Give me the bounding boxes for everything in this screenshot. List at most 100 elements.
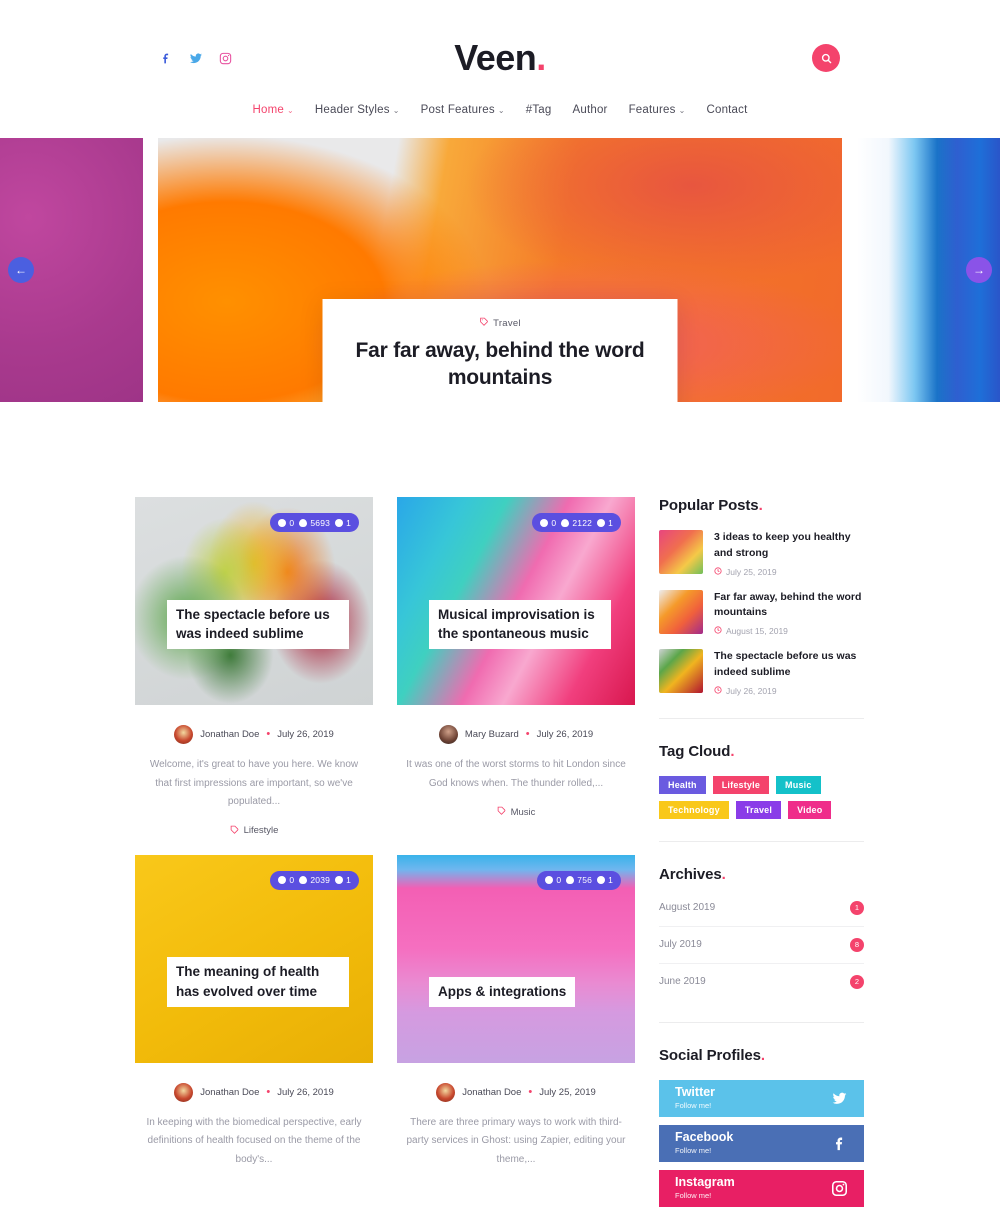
post-stats-pill: 0 2122 1	[532, 513, 621, 532]
post-card[interactable]: 0 2122 1 Musical improvisation is the sp…	[397, 497, 635, 837]
widget-title-tag-cloud: Tag Cloud.	[659, 743, 864, 760]
clock-icon	[597, 876, 606, 884]
social-card-text: Facebook Follow me!	[675, 1130, 733, 1155]
popular-post-thumbnail	[659, 530, 703, 574]
popular-post-item[interactable]: The spectacle before us was indeed subli…	[659, 649, 864, 696]
widget-title-text: Archives	[659, 865, 722, 883]
view-count: 1	[597, 875, 613, 885]
post-card[interactable]: 0 5693 1 The spectacle before us was ind…	[135, 497, 373, 837]
post-thumbnail[interactable]: 0 756 1 Apps & integrations	[397, 854, 635, 1063]
meta-separator: •	[266, 728, 271, 740]
archive-item[interactable]: June 2019 2	[659, 964, 864, 1000]
comment-icon	[278, 518, 287, 527]
facebook-icon[interactable]	[160, 52, 173, 65]
nav-item-header-styles[interactable]: Header Styles ⌄	[315, 104, 400, 116]
comment-icon	[545, 876, 554, 884]
post-title[interactable]: The spectacle before us was indeed subli…	[167, 599, 349, 649]
post-thumbnail[interactable]: 0 5693 1 The spectacle before us was ind…	[135, 497, 373, 705]
post-thumbnail[interactable]: 0 2122 1 Musical improvisation is the sp…	[397, 497, 635, 705]
header-top-bar: Veen.	[0, 34, 1000, 82]
header-search-area	[680, 44, 840, 72]
like-value: 5693	[310, 517, 331, 528]
tag-chip-video[interactable]: Video	[788, 800, 832, 819]
popular-post-date-text: August 15, 2019	[726, 626, 788, 636]
hero-category[interactable]: Travel	[347, 317, 654, 329]
social-card-sub: Follow me!	[675, 1100, 712, 1110]
nav-item-tag[interactable]: #Tag	[526, 104, 552, 116]
tag-chip-health[interactable]: Health	[659, 775, 706, 794]
nav-item-features[interactable]: Features ⌄	[629, 104, 686, 116]
archive-count-badge: 8	[850, 937, 864, 952]
clock-icon	[597, 518, 606, 527]
post-date: July 26, 2019	[536, 729, 594, 740]
popular-post-title[interactable]: The spectacle before us was indeed subli…	[714, 649, 864, 681]
view-count: 1	[597, 518, 613, 528]
nav-item-contact[interactable]: Contact	[706, 104, 747, 116]
nav-item-post-features[interactable]: Post Features ⌄	[421, 104, 505, 116]
widget-title-social-profiles: Social Profiles.	[659, 1047, 864, 1064]
post-title[interactable]: Musical improvisation is the spontaneous…	[429, 599, 611, 649]
view-value: 1	[346, 517, 351, 528]
instagram-icon	[831, 1180, 848, 1197]
main-navigation: Home ⌄ Header Styles ⌄ Post Features ⌄ #Tag…	[0, 104, 1000, 116]
archive-item[interactable]: July 2019 8	[659, 927, 864, 964]
popular-post-title[interactable]: 3 ideas to keep you healthy and strong	[714, 530, 864, 562]
post-author[interactable]: Jonathan Doe	[200, 1087, 259, 1098]
post-title[interactable]: The meaning of health has evolved over t…	[167, 957, 349, 1007]
social-card-twitter[interactable]: Twitter Follow me!	[659, 1079, 864, 1117]
nav-label: Features	[628, 104, 676, 116]
chevron-down-icon: ⌄	[678, 105, 686, 115]
post-thumbnail[interactable]: 0 2039 1 The meaning of health has evolv…	[135, 854, 373, 1063]
view-value: 1	[608, 875, 613, 885]
widget-title-dot: .	[730, 742, 735, 760]
meta-separator: •	[525, 728, 530, 740]
post-tag[interactable]: Music	[397, 806, 635, 818]
widget-title-text: Tag Cloud	[659, 742, 731, 760]
site-header: Veen. Home ⌄ Header Styles ⌄ Post Features…	[0, 0, 1000, 116]
nav-item-home[interactable]: Home ⌄	[252, 104, 293, 116]
post-card[interactable]: 0 2039 1 The meaning of health has evolv…	[135, 854, 373, 1170]
popular-post-item[interactable]: Far far away, behind the word mountains …	[659, 589, 864, 636]
header-social-links	[160, 52, 320, 65]
hero-featured-card[interactable]: Travel Far far away, behind the word mou…	[322, 299, 678, 402]
post-excerpt: There are three primary ways to work wit…	[406, 1116, 626, 1165]
post-tag[interactable]: Lifestyle	[135, 825, 373, 837]
hero-slider: ← → Travel Far far away, behind the word…	[0, 138, 1000, 402]
search-icon	[821, 53, 832, 64]
twitter-icon[interactable]	[189, 52, 203, 65]
instagram-icon[interactable]	[219, 52, 232, 65]
post-title[interactable]: Apps & integrations	[429, 976, 576, 1007]
social-card-facebook[interactable]: Facebook Follow me!	[659, 1124, 864, 1162]
nav-label: #Tag	[525, 104, 552, 116]
widget-title-popular-posts: Popular Posts.	[659, 497, 864, 514]
post-excerpt: Welcome, it's great to have you here. We…	[149, 759, 359, 807]
post-author[interactable]: Mary Buzard	[465, 729, 519, 740]
clock-icon	[335, 518, 344, 527]
slider-prev-arrow-icon[interactable]: ←	[8, 257, 34, 283]
view-value: 1	[346, 875, 351, 885]
posts-grid: 0 5693 1 The spectacle before us was ind…	[135, 497, 635, 1169]
post-author[interactable]: Jonathan Doe	[200, 729, 259, 740]
nav-item-author[interactable]: Author	[572, 104, 607, 116]
site-logo[interactable]: Veen.	[320, 40, 680, 76]
sidebar: Popular Posts. 3 ideas to keep you healt…	[659, 497, 864, 1229]
tag-chip-music[interactable]: Music	[776, 775, 821, 794]
archive-label: June 2019	[659, 976, 706, 987]
comment-icon	[278, 876, 287, 884]
widget-popular-posts: Popular Posts. 3 ideas to keep you healt…	[659, 497, 864, 696]
widget-title-dot: .	[721, 865, 726, 883]
post-card[interactable]: 0 756 1 Apps & integrations Jonathan Doe…	[397, 854, 635, 1170]
tag-chip-technology[interactable]: Technology	[659, 800, 729, 819]
social-card-instagram[interactable]: Instagram Follow me!	[659, 1169, 864, 1207]
search-button[interactable]	[812, 44, 840, 72]
tag-chip-travel[interactable]: Travel	[735, 800, 782, 819]
popular-post-title[interactable]: Far far away, behind the word mountains	[714, 590, 864, 622]
comment-value: 0	[289, 875, 295, 885]
archive-label: August 2019	[659, 902, 716, 913]
slider-next-arrow-icon[interactable]: →	[966, 257, 992, 283]
like-count: 2039	[299, 875, 330, 885]
archive-item[interactable]: August 2019 1	[659, 899, 864, 927]
popular-post-item[interactable]: 3 ideas to keep you healthy and strong J…	[659, 530, 864, 577]
post-author[interactable]: Jonathan Doe	[462, 1087, 521, 1098]
tag-chip-lifestyle[interactable]: Lifestyle	[712, 775, 770, 794]
